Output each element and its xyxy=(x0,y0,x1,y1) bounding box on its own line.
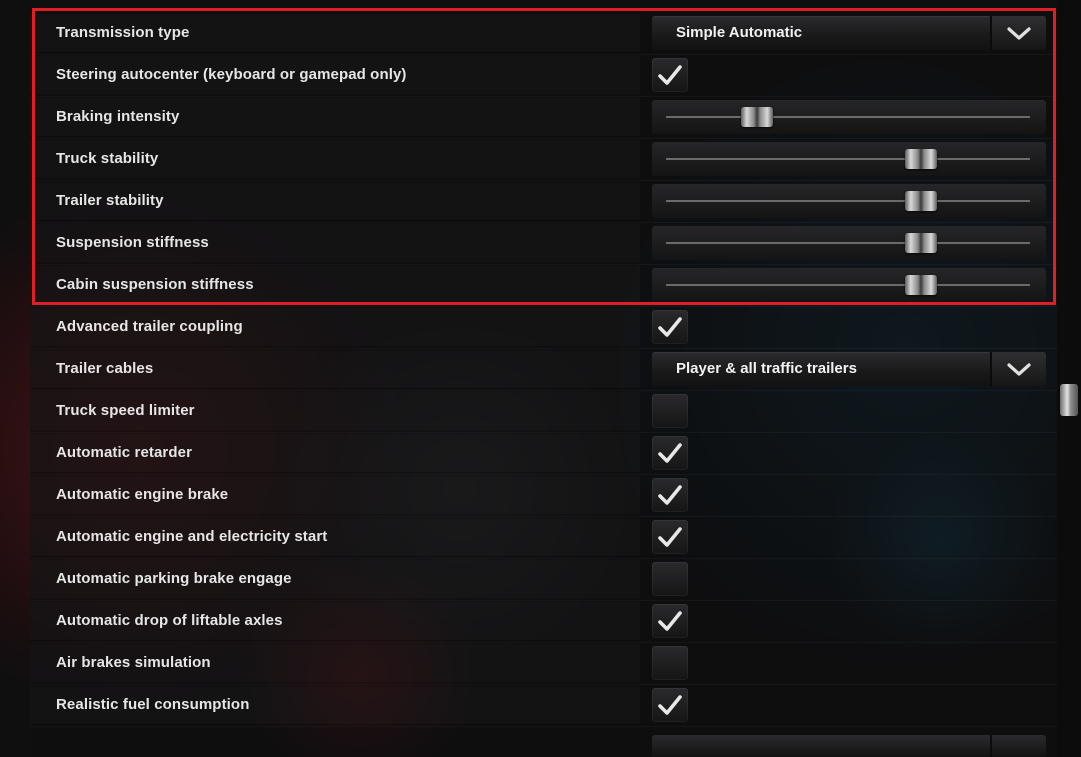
setting-label: Automatic parking brake engage xyxy=(56,570,292,587)
setting-row-truck-speed-limiter: Truck speed limiter xyxy=(30,390,1058,433)
slider-cabin-suspension-stiffness[interactable] xyxy=(652,268,1046,302)
setting-row-braking-intensity: Braking intensity xyxy=(30,96,1058,139)
chevron-down-icon[interactable] xyxy=(990,352,1046,386)
slider-track[interactable] xyxy=(666,158,1030,160)
setting-label: Realistic fuel consumption xyxy=(56,696,250,713)
dropdown-value: Player & all traffic trailers xyxy=(676,360,857,377)
setting-row-automatic-retarder: Automatic retarder xyxy=(30,432,1058,475)
setting-label: Steering autocenter (keyboard or gamepad… xyxy=(56,66,407,83)
setting-row-air-brakes-simulation: Air brakes simulation xyxy=(30,642,1058,685)
checkbox-automatic-engine-and-electricity-start[interactable] xyxy=(652,520,688,554)
checkbox-automatic-retarder[interactable] xyxy=(652,436,688,470)
slider-handle[interactable] xyxy=(904,149,937,169)
setting-label: Braking intensity xyxy=(56,108,180,125)
slider-track[interactable] xyxy=(666,200,1030,202)
slider-braking-intensity[interactable] xyxy=(652,100,1046,134)
setting-row-automatic-engine-brake: Automatic engine brake xyxy=(30,474,1058,517)
slider-suspension-stiffness[interactable] xyxy=(652,226,1046,260)
checkbox-steering-autocenter-keyboard-or-gamepad-only[interactable] xyxy=(652,58,688,92)
setting-label: Suspension stiffness xyxy=(56,234,209,251)
setting-label: Automatic retarder xyxy=(56,444,193,461)
setting-row-suspension-stiffness: Suspension stiffness xyxy=(30,222,1058,265)
setting-row-realistic-fuel-consumption: Realistic fuel consumption xyxy=(30,684,1058,727)
slider-handle[interactable] xyxy=(904,233,937,253)
setting-label: Truck stability xyxy=(56,150,159,167)
checkbox-advanced-trailer-coupling[interactable] xyxy=(652,310,688,344)
scrollbar-thumb[interactable] xyxy=(1060,384,1078,416)
setting-row-trailer-stability: Trailer stability xyxy=(30,180,1058,223)
setting-label: Automatic engine and electricity start xyxy=(56,528,328,545)
setting-row-trailer-cables: Trailer cables Player & all traffic trail… xyxy=(30,348,1058,391)
slider-handle[interactable] xyxy=(741,107,773,127)
chevron-down-icon[interactable] xyxy=(990,16,1046,50)
setting-row-steering-autocenter-keyboard-or-gamepad-only: Steering autocenter (keyboard or gamepad… xyxy=(30,54,1058,97)
setting-label: Transmission type xyxy=(56,24,190,41)
checkbox-truck-speed-limiter[interactable] xyxy=(652,394,688,428)
checkbox-automatic-drop-of-liftable-axles[interactable] xyxy=(652,604,688,638)
checkbox-automatic-engine-brake[interactable] xyxy=(652,478,688,512)
checkbox-automatic-parking-brake-engage[interactable] xyxy=(652,562,688,596)
checkbox-realistic-fuel-consumption[interactable] xyxy=(652,688,688,722)
setting-row-cabin-suspension-stiffness: Cabin suspension stiffness xyxy=(30,264,1058,307)
setting-row-automatic-parking-brake-engage: Automatic parking brake engage xyxy=(30,558,1058,601)
setting-row-automatic-engine-and-electricity-start: Automatic engine and electricity start xyxy=(30,516,1058,559)
slider-handle[interactable] xyxy=(904,275,937,295)
slider-trailer-stability[interactable] xyxy=(652,184,1046,218)
setting-label: Automatic engine brake xyxy=(56,486,229,503)
slider-track[interactable] xyxy=(666,284,1030,286)
setting-label: Trailer cables xyxy=(56,360,154,377)
setting-label: Air brakes simulation xyxy=(56,654,211,671)
setting-label: Truck speed limiter xyxy=(56,402,195,419)
scrollbar[interactable] xyxy=(1057,0,1081,757)
dropdown-trailer-cables[interactable]: Player & all traffic trailers xyxy=(652,352,1046,386)
slider-track[interactable] xyxy=(666,242,1030,244)
setting-row-advanced-trailer-coupling: Advanced trailer coupling xyxy=(30,306,1058,349)
setting-row-transmission-type: Transmission type Simple Automatic xyxy=(30,12,1058,55)
slider-truck-stability[interactable] xyxy=(652,142,1046,176)
dropdown-transmission-type[interactable]: Simple Automatic xyxy=(652,16,1046,50)
setting-row-automatic-drop-of-liftable-axles: Automatic drop of liftable axles xyxy=(30,600,1058,643)
setting-label: Advanced trailer coupling xyxy=(56,318,243,335)
slider-track[interactable] xyxy=(666,116,1030,118)
checkbox-air-brakes-simulation[interactable] xyxy=(652,646,688,680)
slider-handle[interactable] xyxy=(904,191,937,211)
setting-label: Trailer stability xyxy=(56,192,164,209)
partial-dropdown[interactable] xyxy=(652,735,1046,757)
dropdown-value: Simple Automatic xyxy=(676,24,803,41)
setting-row-truck-stability: Truck stability xyxy=(30,138,1058,181)
setting-label: Automatic drop of liftable axles xyxy=(56,612,283,629)
setting-label: Cabin suspension stiffness xyxy=(56,276,254,293)
